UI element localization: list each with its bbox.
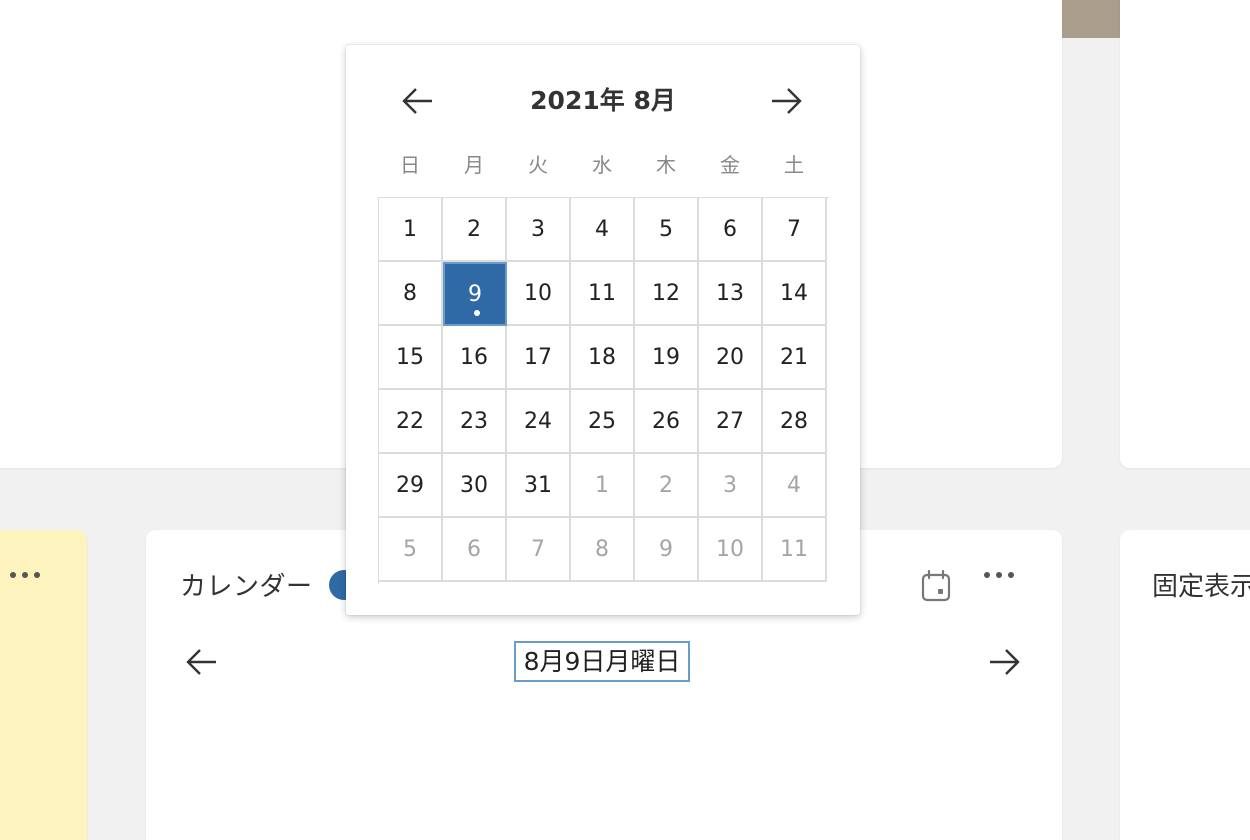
day-cell[interactable]: 4 xyxy=(763,454,827,518)
day-cell[interactable]: 20 xyxy=(699,326,763,390)
day-cell[interactable]: 8 xyxy=(379,262,443,326)
arrow-right-icon xyxy=(990,649,1020,675)
calendar-current-date[interactable]: 8月9日月曜日 xyxy=(514,641,690,682)
arrow-right-icon xyxy=(772,88,802,114)
day-cell[interactable]: 9 xyxy=(635,518,699,582)
day-cell[interactable]: 18 xyxy=(571,326,635,390)
day-cell[interactable]: 16 xyxy=(443,326,507,390)
day-cell[interactable]: 30 xyxy=(443,454,507,518)
day-cell[interactable]: 4 xyxy=(571,198,635,262)
day-cell[interactable]: 1 xyxy=(571,454,635,518)
day-cell[interactable]: 13 xyxy=(699,262,763,326)
calendar-card-title: カレンダー xyxy=(180,572,313,602)
day-cell[interactable]: 19 xyxy=(635,326,699,390)
top-right-card xyxy=(1120,0,1250,468)
day-cell[interactable]: 31 xyxy=(507,454,571,518)
day-cell[interactable]: 11 xyxy=(571,262,635,326)
weekday-label: 火 xyxy=(528,153,548,177)
date-picker-popover: 2021年 8月 日 月 火 水 木 金 土 1 2 3 4 5 6 7 8 9 10 11 12 13… xyxy=(346,45,860,615)
day-cell[interactable]: 3 xyxy=(507,198,571,262)
day-cell[interactable]: 5 xyxy=(635,198,699,262)
day-cell[interactable]: 5 xyxy=(379,518,443,582)
day-cell[interactable]: 26 xyxy=(635,390,699,454)
day-cell[interactable]: 7 xyxy=(763,198,827,262)
day-cell[interactable]: 6 xyxy=(699,198,763,262)
day-cell[interactable]: 23 xyxy=(443,390,507,454)
day-cell[interactable]: 2 xyxy=(443,198,507,262)
weekday-label: 水 xyxy=(592,153,612,177)
day-cell[interactable]: 17 xyxy=(507,326,571,390)
day-cell[interactable]: 10 xyxy=(507,262,571,326)
day-cell[interactable]: 12 xyxy=(635,262,699,326)
sticky-note-more-icon[interactable] xyxy=(10,572,40,578)
calendar-next-day-button[interactable] xyxy=(984,644,1024,680)
day-cell[interactable]: 11 xyxy=(763,518,827,582)
day-cell[interactable]: 22 xyxy=(379,390,443,454)
weekday-label: 土 xyxy=(784,153,804,177)
dashboard: カレンダー 8月9日月曜日 固定表示 2021年 8月 日 月 火 水 木 金 … xyxy=(0,0,1250,840)
weekday-label: 金 xyxy=(720,153,740,177)
calendar-more-icon[interactable] xyxy=(984,572,1014,578)
weekday-label: 日 xyxy=(400,153,420,177)
pinned-card-title: 固定表示 xyxy=(1152,572,1250,602)
day-cell[interactable]: 15 xyxy=(379,326,443,390)
weekday-label: 木 xyxy=(656,153,676,177)
weekday-header: 日 月 火 水 木 金 土 xyxy=(378,149,828,178)
day-cell[interactable]: 14 xyxy=(763,262,827,326)
day-cell[interactable]: 7 xyxy=(507,518,571,582)
day-cell[interactable]: 1 xyxy=(379,198,443,262)
calendar-prev-day-button[interactable] xyxy=(182,644,222,680)
day-cell[interactable]: 27 xyxy=(699,390,763,454)
day-cell[interactable]: 10 xyxy=(699,518,763,582)
day-cell-selected[interactable]: 9 xyxy=(443,262,507,326)
day-cell[interactable]: 24 xyxy=(507,390,571,454)
day-cell[interactable]: 21 xyxy=(763,326,827,390)
picker-next-month-button[interactable] xyxy=(766,83,806,119)
day-cell[interactable]: 8 xyxy=(571,518,635,582)
day-grid: 1 2 3 4 5 6 7 8 9 10 11 12 13 14 15 16 17 18 19 20 21 22 23 24 2… xyxy=(378,197,829,584)
day-cell[interactable]: 2 xyxy=(635,454,699,518)
day-cell[interactable]: 28 xyxy=(763,390,827,454)
day-cell[interactable]: 6 xyxy=(443,518,507,582)
day-cell[interactable]: 29 xyxy=(379,454,443,518)
arrow-left-icon xyxy=(186,649,216,675)
day-cell[interactable]: 25 xyxy=(571,390,635,454)
calendar-icon[interactable] xyxy=(918,568,954,604)
image-thumbnail[interactable] xyxy=(1062,0,1120,38)
day-cell[interactable]: 3 xyxy=(699,454,763,518)
weekday-label: 月 xyxy=(464,153,484,177)
